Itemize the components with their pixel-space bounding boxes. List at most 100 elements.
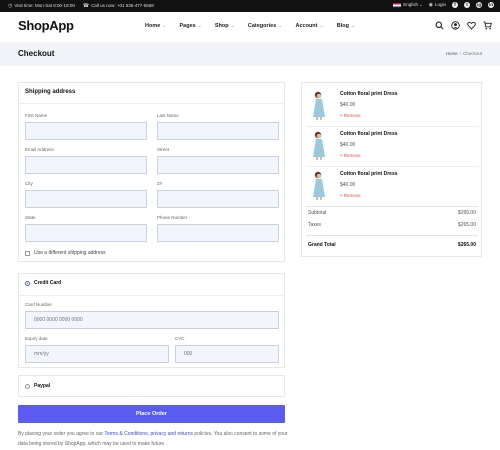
breadcrumb-separator: / <box>459 51 461 56</box>
zip-label: Zi* <box>157 181 163 186</box>
menu-label: Blog <box>336 23 349 29</box>
shipping-address-card: Shipping address First Name Last Name Em… <box>18 82 285 262</box>
cart-icon[interactable] <box>483 21 492 30</box>
menu-item-blog[interactable]: Blog ⌄ <box>337 23 355 29</box>
chevron-down-icon: ⌄ <box>197 23 202 29</box>
search-icon[interactable] <box>435 21 444 30</box>
expiry-label: Expiry date <box>25 336 48 341</box>
state-field[interactable] <box>25 224 147 242</box>
chevron-down-icon: ⌄ <box>419 2 423 8</box>
shipping-title: Shipping address <box>25 89 76 95</box>
policy-text-part: By placing your order you agree to our <box>18 431 105 437</box>
grand-total-value: $265.00 <box>457 242 476 248</box>
city-label: City <box>25 181 33 186</box>
last-name-field[interactable] <box>157 122 279 140</box>
cvc-label: CVC <box>175 336 185 341</box>
twitter-icon[interactable]: t <box>464 2 470 8</box>
street-field[interactable] <box>157 156 279 174</box>
expiry-field[interactable] <box>25 345 169 363</box>
credit-card-radio[interactable] <box>25 281 30 286</box>
place-order-button[interactable]: Place Order <box>18 405 285 423</box>
visit-time-text: Visit time: Mon-Sat 8:00-18:00 <box>14 3 75 8</box>
instagram-icon[interactable]: ig <box>476 2 482 8</box>
menu-label: Home <box>145 23 161 29</box>
subtotal-label: Subtotal <box>308 210 327 216</box>
chevron-down-icon: ⌄ <box>319 23 324 29</box>
menu-label: Account <box>295 23 318 29</box>
terms-link[interactable]: Terms & Conditions <box>104 431 147 437</box>
paypal-radio[interactable] <box>25 384 30 389</box>
menu-label: Pages <box>179 23 196 29</box>
street-label: Street <box>157 147 170 152</box>
paypal-label[interactable]: Paypal <box>34 383 50 389</box>
logo[interactable]: ShopApp <box>18 18 74 33</box>
breadcrumb: Home / Checkout <box>446 51 482 56</box>
page-header: Checkout Home / Checkout <box>0 42 500 66</box>
email-field[interactable] <box>25 156 147 174</box>
product-price: $40.00 <box>340 182 356 188</box>
product-image[interactable] <box>308 170 330 200</box>
nav-icons <box>435 21 492 30</box>
different-address-label[interactable]: Use a different shipping address <box>34 250 106 256</box>
product-image[interactable] <box>308 130 330 160</box>
user-circle-icon: ◉ <box>428 2 433 8</box>
divider <box>19 103 284 104</box>
phone-icon: ☎ <box>82 3 90 9</box>
credit-card-label[interactable]: Credit Card <box>34 280 61 286</box>
privacy-returns-link[interactable]: privacy and returns <box>151 431 194 437</box>
phone-field[interactable] <box>157 224 279 242</box>
remove-item-button[interactable]: × Remove <box>340 193 361 198</box>
heart-icon[interactable] <box>467 21 476 30</box>
menu-item-account[interactable]: Account ⌄ <box>296 23 324 29</box>
menu-label: Shop <box>214 23 229 29</box>
remove-item-button[interactable]: × Remove <box>340 113 361 118</box>
chevron-down-icon: ⌄ <box>278 23 283 29</box>
zip-field[interactable] <box>157 190 279 208</box>
different-address-checkbox[interactable] <box>25 251 30 256</box>
facebook-icon[interactable]: f <box>452 2 458 8</box>
taxes-label: Taxes <box>308 222 322 228</box>
call-text: Call us now: +01 535-477-5568 <box>91 3 154 8</box>
menu-label: Categories <box>247 23 277 29</box>
user-icon[interactable] <box>451 21 460 30</box>
visit-time: ◷ Visit time: Mon-Sat 8:00-18:00 <box>8 3 75 9</box>
first-name-label: First Name <box>25 113 48 118</box>
state-label: State <box>25 215 36 220</box>
taxes-value: $265.00 <box>457 222 476 228</box>
page-title: Checkout <box>18 49 55 58</box>
card-number-field[interactable] <box>25 311 279 329</box>
menu-item-home[interactable]: Home ⌄ <box>145 23 166 29</box>
product-price: $40.00 <box>340 102 356 108</box>
product-price: $40.00 <box>340 142 356 148</box>
cvc-field[interactable] <box>175 345 279 363</box>
product-image[interactable] <box>308 90 330 120</box>
product-name[interactable]: Cotton floral print Dress <box>340 91 398 97</box>
phone-label: Phone Number <box>157 215 188 220</box>
menu-item-shop[interactable]: Shop ⌄ <box>215 23 235 29</box>
product-name[interactable]: Cotton floral print Dress <box>340 131 398 137</box>
call-info: ☎ Call us now: +01 535-477-5568 <box>83 3 154 9</box>
last-name-label: Last Name <box>157 113 179 118</box>
paypal-card[interactable]: Paypal <box>18 375 285 397</box>
chevron-down-icon: ⌄ <box>230 23 235 29</box>
city-field[interactable] <box>25 190 147 208</box>
credit-card-card: Credit Card Card Number Expiry date CVC <box>18 273 285 368</box>
first-name-field[interactable] <box>25 122 147 140</box>
login-label: Login <box>434 2 446 7</box>
card-number-label: Card Number <box>25 302 53 307</box>
chevron-down-icon: ⌄ <box>350 23 356 29</box>
linkedin-icon[interactable]: in <box>488 2 494 8</box>
email-label: Email Address <box>25 147 54 152</box>
breadcrumb-home[interactable]: Home <box>446 51 458 56</box>
remove-item-button[interactable]: × Remove <box>340 153 361 158</box>
divider <box>306 235 478 236</box>
subtotal-value: $265.00 <box>457 210 476 216</box>
product-name[interactable]: Cotton floral print Dress <box>340 171 398 177</box>
main-navbar: ShopApp Home ⌄ Pages ⌄ Shop ⌄ Categories ⌄ A… <box>0 12 500 42</box>
login-link[interactable]: ◉ Login <box>429 2 446 8</box>
menu-item-pages[interactable]: Pages ⌄ <box>179 23 201 29</box>
main-menu: Home ⌄ Pages ⌄ Shop ⌄ Categories ⌄ Account ⌄ … <box>145 23 368 29</box>
cart-item: Cotton floral print Dress $40.00 × Remov… <box>306 167 478 207</box>
menu-item-categories[interactable]: Categories ⌄ <box>248 23 283 29</box>
language-select[interactable]: English ⌄ <box>393 2 423 8</box>
